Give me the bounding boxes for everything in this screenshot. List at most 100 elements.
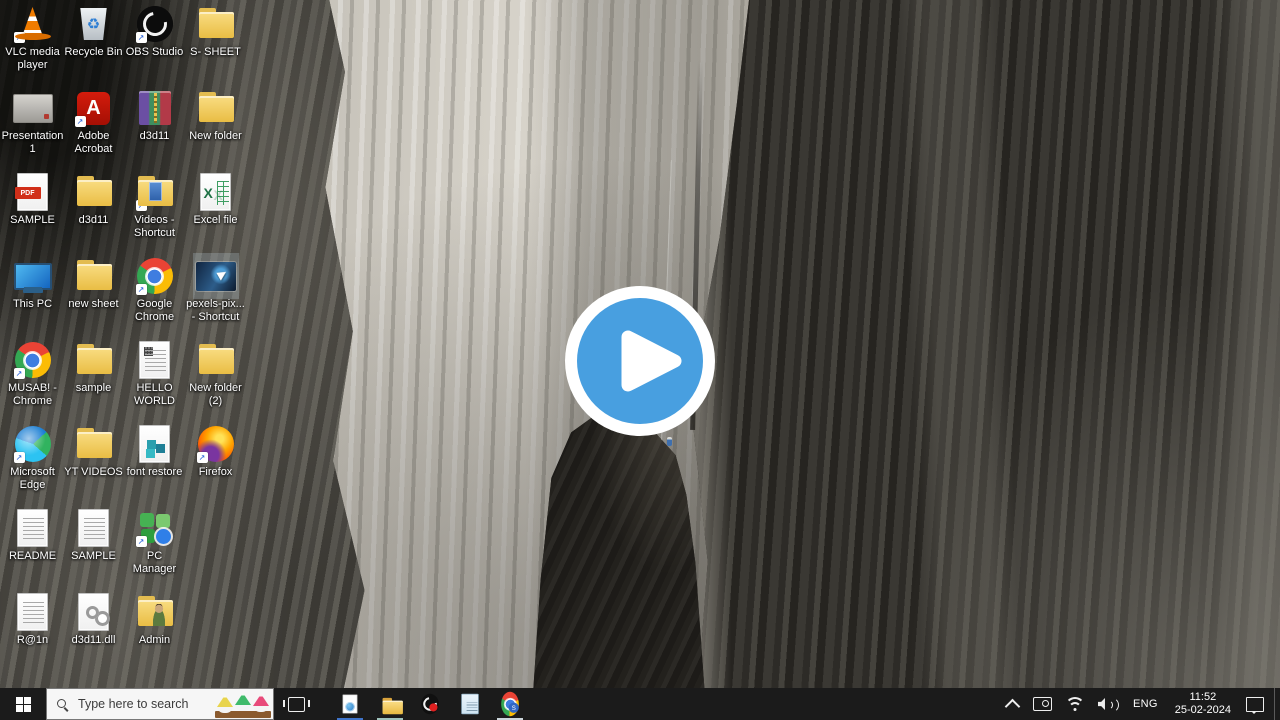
desktop-icon-art: ↗	[196, 88, 236, 128]
icon-detail: S	[509, 703, 519, 713]
taskbar-clock[interactable]: 11:52 25-02-2024	[1166, 688, 1240, 720]
desktop-icon-readme[interactable]: ↗ README	[2, 508, 63, 592]
desktop-icon-art: ↗	[74, 172, 114, 212]
desktop-icon-adobe-acrobat[interactable]: ↗ Adobe Acrobat	[63, 88, 124, 172]
desktop-icon-label: Admin	[139, 634, 170, 647]
taskbar-app-file-explorer[interactable]	[370, 688, 410, 720]
start-button[interactable]	[0, 688, 46, 720]
taskbar-app-icon	[421, 695, 439, 713]
desktop-icon-label: new sheet	[68, 298, 118, 311]
desktop-icon-art: ↗	[13, 256, 53, 296]
desktop-icon-vlc-media-player[interactable]: ↗ VLC media player	[2, 4, 63, 88]
volume-tray-button[interactable]	[1091, 688, 1125, 720]
desktop-icon-label: New folder	[189, 130, 242, 143]
icon-detail	[144, 347, 153, 356]
desktop-icon-font-restore[interactable]: ↗ font restore	[124, 424, 185, 508]
desktop-icon-label: Videos - Shortcut	[124, 214, 185, 240]
action-center-button[interactable]	[1240, 688, 1274, 720]
desktop-icon-excel-file[interactable]: ↗ Excel file	[185, 172, 246, 256]
desktop-icon-new-folder[interactable]: ↗ New folder	[185, 88, 246, 172]
desktop-icon-label: d3d11	[79, 214, 109, 227]
system-tray: ENG 11:52 25-02-2024	[999, 688, 1280, 720]
volume-icon	[1098, 697, 1118, 711]
desktop-icon-label: VLC media player	[2, 46, 63, 72]
desktop-icon-pexels-pix-shortcut[interactable]: ↗ pexels-pix... - Shortcut	[185, 256, 246, 340]
desktop-icon-sample[interactable]: ↗ SAMPLE	[63, 508, 124, 592]
desktop-icon-this-pc[interactable]: ↗ This PC	[2, 256, 63, 340]
icon-detail	[149, 182, 162, 201]
icon-detail	[217, 181, 229, 205]
search-icon	[57, 699, 68, 710]
desktop-icon-sample[interactable]: ↗ sample	[63, 340, 124, 424]
network-tray-button[interactable]	[1059, 688, 1091, 720]
holi-color-cones-doodle	[215, 689, 271, 718]
desktop-icon-new-sheet[interactable]: ↗ new sheet	[63, 256, 124, 340]
taskbar-app-notepad[interactable]	[450, 688, 490, 720]
desktop-icon-obs-studio[interactable]: ↗ OBS Studio	[124, 4, 185, 88]
taskbar-pinned-apps: S	[330, 688, 530, 720]
desktop-icon-videos-shortcut[interactable]: ↗ Videos - Shortcut	[124, 172, 185, 256]
chevron-up-icon	[1005, 698, 1021, 714]
desktop-icon-label: YT VIDEOS	[64, 466, 122, 479]
action-center-icon	[1246, 697, 1264, 712]
taskbar-app-html-file[interactable]	[330, 688, 370, 720]
desktop-icon-label: Adobe Acrobat	[63, 130, 124, 156]
shortcut-arrow-icon: ↗	[136, 284, 147, 295]
desktop-icon-musab-chrome[interactable]: ↗ MUSAB! - Chrome	[2, 340, 63, 424]
desktop-icon-art: ↗	[74, 88, 114, 128]
desktop-icon-label: MUSAB! - Chrome	[2, 382, 63, 408]
desktop-icon-sample[interactable]: ↗ SAMPLE	[2, 172, 63, 256]
desktop-icon-art: ↗	[196, 340, 236, 380]
desktop-icon-d3d11[interactable]: ↗ d3d11	[124, 88, 185, 172]
desktop-icon-art: ↗	[13, 340, 53, 380]
shortcut-arrow-icon: ↗	[14, 368, 25, 379]
task-view-button[interactable]	[274, 688, 318, 720]
desktop-icon-art: ↗	[13, 424, 53, 464]
desktop-icon-admin[interactable]: ↗ Admin	[124, 592, 185, 676]
desktop-icon-label: Excel file	[193, 214, 237, 227]
desktop-icon-hello-world[interactable]: ↗ HELLO WORLD	[124, 340, 185, 424]
desktop-icon-presentation1[interactable]: ↗ Presentation1	[2, 88, 63, 172]
desktop-icon-yt-videos[interactable]: ↗ YT VIDEOS	[63, 424, 124, 508]
desktop-icon-recycle-bin[interactable]: ↗ Recycle Bin	[63, 4, 124, 88]
desktop-icon-label: New folder (2)	[185, 382, 246, 408]
desktop-icon-art: ↗	[13, 508, 53, 548]
desktop-icon-art: ↗	[135, 508, 175, 548]
desktop-icon-new-folder-2[interactable]: ↗ New folder (2)	[185, 340, 246, 424]
taskbar-search-box[interactable]	[46, 688, 274, 720]
show-desktop-button[interactable]	[1274, 688, 1280, 720]
desktop-icon-label: R@1n	[17, 634, 48, 647]
display-tray-button[interactable]	[1026, 688, 1059, 720]
taskbar-app-obs-studio-recording[interactable]	[410, 688, 450, 720]
desktop-icon-art: ↗	[13, 592, 53, 632]
desktop-icon-r-1n[interactable]: ↗ R@1n	[2, 592, 63, 676]
desktop-icon-d3d11-dll[interactable]: ↗ d3d11.dll	[63, 592, 124, 676]
desktop-icon-label: Firefox	[199, 466, 233, 479]
desktop-icon-art: ↗	[135, 256, 175, 296]
desktop-icon-art: ↗	[196, 172, 236, 212]
wifi-icon	[1066, 697, 1084, 711]
desktop-icon-art: ↗	[13, 4, 53, 44]
search-input[interactable]	[76, 696, 200, 712]
taskbar-app-google-chrome-profile[interactable]: S	[490, 688, 530, 720]
desktop-icon-art: ↗	[135, 4, 175, 44]
desktop-icon-d3d11[interactable]: ↗ d3d11	[63, 172, 124, 256]
language-indicator[interactable]: ENG	[1125, 688, 1166, 720]
desktop-icon-art: ↗	[196, 424, 236, 464]
play-button-overlay[interactable]	[565, 286, 715, 436]
desktop-icon-label: OBS Studio	[126, 46, 183, 59]
desktop-icon-microsoft-edge[interactable]: ↗ Microsoft Edge	[2, 424, 63, 508]
desktop-icon-art: ↗	[74, 424, 114, 464]
desktop-icon-label: PC Manager	[124, 550, 185, 576]
desktop-icon-art: ↗	[135, 340, 175, 380]
desktop-icon-firefox[interactable]: ↗ Firefox	[185, 424, 246, 508]
desktop-icon-art: ↗	[74, 508, 114, 548]
desktop-icon-s-sheet[interactable]: ↗ S- SHEET	[185, 4, 246, 88]
shortcut-arrow-icon: ↗	[14, 32, 25, 43]
hidden-icons-button[interactable]	[999, 688, 1026, 720]
desktop-icon-label: Google Chrome	[124, 298, 185, 324]
desktop-icon-art: ↗	[135, 424, 175, 464]
desktop-icon-pc-manager[interactable]: ↗ PC Manager	[124, 508, 185, 592]
desktop-icon-google-chrome[interactable]: ↗ Google Chrome	[124, 256, 185, 340]
desktop-icon-label: S- SHEET	[190, 46, 241, 59]
